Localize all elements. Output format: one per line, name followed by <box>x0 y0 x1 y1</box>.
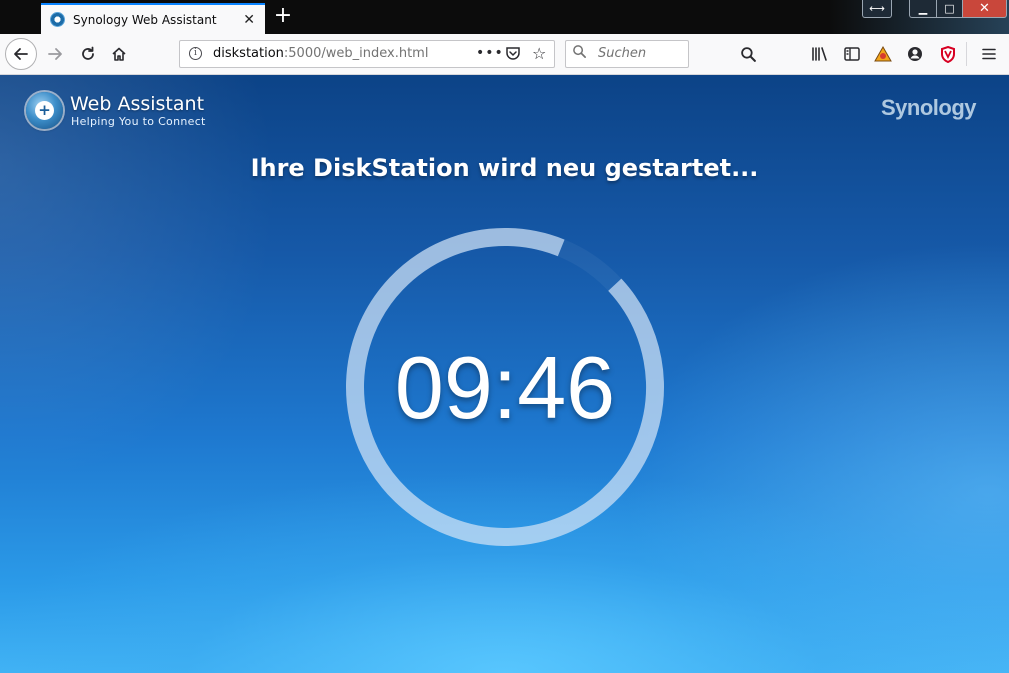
magnifier-glyph <box>573 45 586 58</box>
browser-titlebar: Synology Web Assistant ✕ + ⟷ ▁ □ ✕ <box>0 0 1009 34</box>
search-bar[interactable] <box>565 40 689 68</box>
restart-headline: Ihre DiskStation wird neu gestartet... <box>250 154 759 182</box>
web-assistant-page: + Web Assistant Helping You to Connect S… <box>0 75 1009 673</box>
library-icon[interactable] <box>808 42 832 66</box>
url-host: diskstation <box>213 46 284 61</box>
countdown-timer: 09:46 <box>394 338 616 437</box>
reload-button[interactable] <box>74 40 102 68</box>
close-window-button[interactable]: ✕ <box>962 0 1007 18</box>
extension-glyph <box>874 46 892 62</box>
arrow-left-icon <box>14 48 28 60</box>
shield-glyph <box>941 45 955 63</box>
resize-icon[interactable]: ⟷ <box>862 0 892 18</box>
brand-subtitle: Helping You to Connect <box>71 115 206 128</box>
hamburger-glyph <box>982 48 996 60</box>
new-tab-button[interactable]: + <box>272 4 294 30</box>
arrow-right-icon <box>48 48 62 60</box>
search-input[interactable] <box>596 45 688 62</box>
pocket-icon[interactable] <box>505 45 521 65</box>
tab-title: Synology Web Assistant <box>73 12 217 27</box>
pocket-glyph <box>506 47 520 60</box>
toolbar-separator <box>966 42 967 66</box>
sidebar-glyph <box>844 47 860 61</box>
account-icon[interactable] <box>903 42 927 66</box>
page-actions-icon[interactable]: ••• <box>476 45 504 61</box>
synology-logo: Synology <box>880 95 977 120</box>
library-glyph <box>812 47 827 61</box>
tab-close-icon[interactable]: ✕ <box>243 12 255 28</box>
brand-title: Web Assistant <box>70 93 205 115</box>
maximize-button[interactable]: □ <box>936 0 962 18</box>
address-url[interactable]: diskstation:5000/web_index.html <box>213 46 428 61</box>
web-assistant-logo-icon: + <box>26 92 63 129</box>
search-icon[interactable] <box>736 42 760 66</box>
address-bar[interactable]: i diskstation:5000/web_index.html ••• ☆ <box>179 40 555 68</box>
navigation-toolbar: i diskstation:5000/web_index.html ••• ☆ <box>0 34 1009 75</box>
minimize-button[interactable]: ▁ <box>909 0 936 18</box>
bookmark-star-icon[interactable]: ☆ <box>532 44 546 63</box>
forward-button[interactable] <box>41 40 69 68</box>
shield-icon[interactable] <box>936 42 960 66</box>
home-icon <box>112 47 126 61</box>
home-button[interactable] <box>105 40 133 68</box>
browser-tab[interactable]: Synology Web Assistant ✕ <box>41 3 265 34</box>
url-path: :5000/web_index.html <box>283 46 429 61</box>
menu-icon[interactable] <box>977 42 1001 66</box>
synology-favicon-icon <box>50 12 65 27</box>
search-glyph <box>740 46 756 62</box>
reload-icon <box>82 46 94 60</box>
sidebar-icon[interactable] <box>840 42 864 66</box>
logo-plus-glyph: + <box>35 101 54 120</box>
account-glyph <box>908 47 922 61</box>
extension-icon[interactable] <box>871 42 895 66</box>
search-field-icon <box>572 44 587 63</box>
site-info-icon[interactable]: i <box>189 47 202 60</box>
back-button[interactable] <box>5 38 37 70</box>
